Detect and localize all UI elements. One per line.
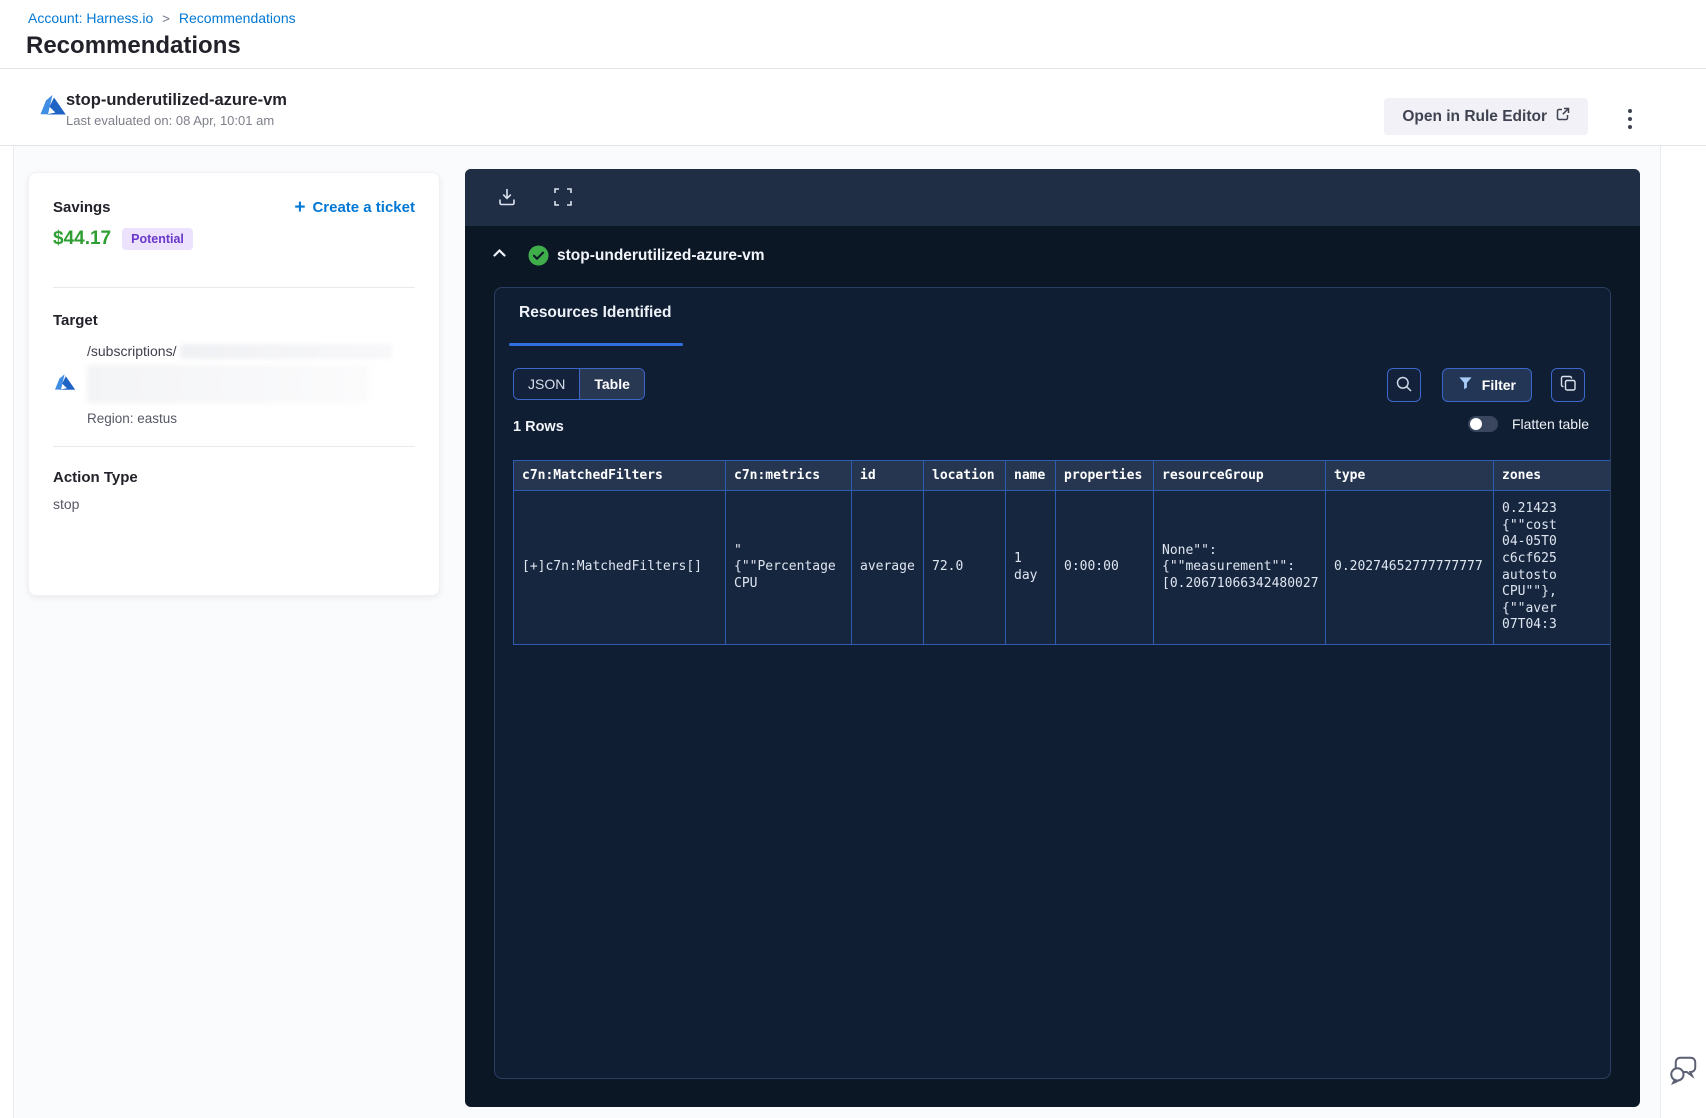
open-in-rule-editor-label: Open in Rule Editor (1402, 107, 1547, 125)
view-toggle-table[interactable]: Table (580, 369, 644, 399)
col-header: type (1325, 460, 1494, 491)
col-header: c7n:MatchedFilters (513, 460, 726, 491)
breadcrumb-recommendations-link[interactable]: Recommendations (179, 10, 296, 26)
details-card: Savings + Create a ticket $44.17 Potenti… (28, 172, 440, 596)
page-title: Recommendations (26, 32, 241, 59)
table-header-row: c7n:MatchedFilters c7n:metrics id locati… (513, 460, 1610, 491)
rows-count: 1 Rows (513, 419, 564, 435)
external-link-icon (1556, 107, 1570, 126)
table-row: [+]c7n:MatchedFilters[] " {""Percentage … (513, 490, 1610, 645)
recommendation-header: stop-underutilized-azure-vm Last evaluat… (0, 69, 1706, 146)
col-header: zones (1493, 460, 1610, 491)
savings-label: Savings (53, 199, 111, 216)
results-table-wrapper: c7n:MatchedFilters c7n:metrics id locati… (513, 460, 1610, 648)
copy-button[interactable] (1551, 368, 1585, 402)
recommendation-title: stop-underutilized-azure-vm (66, 91, 287, 109)
col-header: resourceGroup (1153, 460, 1326, 491)
action-type-label: Action Type (53, 469, 138, 486)
plus-icon: + (294, 196, 306, 218)
open-in-rule-editor-button[interactable]: Open in Rule Editor (1384, 98, 1588, 135)
copy-icon (1560, 375, 1577, 395)
col-header: id (851, 460, 924, 491)
filter-icon (1458, 376, 1473, 394)
fullscreen-icon[interactable] (551, 186, 575, 210)
results-table: c7n:MatchedFilters c7n:metrics id locati… (513, 460, 1610, 645)
rule-result-header: stop-underutilized-azure-vm (465, 245, 1640, 269)
help-chat-icon[interactable] (1666, 1051, 1702, 1087)
redacted-resource-path (87, 365, 369, 403)
action-type-value: stop (53, 496, 80, 512)
target-path-text: /subscriptions/ (87, 343, 177, 359)
search-button[interactable] (1387, 368, 1421, 402)
col-header: name (1005, 460, 1056, 491)
download-icon[interactable] (495, 186, 519, 210)
filter-label: Filter (1481, 377, 1516, 393)
tab-resources-identified[interactable]: Resources Identified (519, 304, 671, 322)
rule-name: stop-underutilized-azure-vm (557, 247, 765, 264)
panel-toolbar (465, 169, 1640, 226)
flatten-toggle[interactable] (1467, 416, 1498, 432)
breadcrumb: Account: Harness.io > Recommendations (28, 10, 296, 26)
cell-id: average (851, 490, 924, 645)
filter-button[interactable]: Filter (1441, 368, 1532, 402)
cell-resource-group: None"": {""measurement"": [0.20671066342… (1153, 490, 1326, 645)
view-toggle: JSON Table (513, 368, 645, 400)
col-header: location (923, 460, 1006, 491)
page: Account: Harness.io > Recommendations Reco… (0, 0, 1706, 1118)
results-panel: stop-underutilized-azure-vm Resources Id… (465, 169, 1640, 1107)
matched-filters-expand-link[interactable]: [+]c7n:MatchedFilters[] (513, 490, 726, 645)
cell-metrics: " {""Percentage CPU (725, 490, 852, 645)
target-region: Region: eastus (87, 411, 178, 426)
last-evaluated-text: Last evaluated on: 08 Apr, 10:01 am (66, 113, 275, 128)
more-options-menu[interactable] (1624, 105, 1636, 133)
search-icon (1395, 375, 1413, 396)
chevron-up-icon[interactable] (492, 247, 507, 262)
flatten-table-label: Flatten table (1511, 416, 1589, 432)
create-ticket-button[interactable]: + Create a ticket (294, 196, 415, 218)
target-resource: /subscriptions/ Region: eastus (53, 343, 415, 426)
cell-zones: 0.21423 {""cost 04-05T0 c6cf625 autosto … (1493, 490, 1610, 645)
col-header: c7n:metrics (725, 460, 852, 491)
target-label: Target (53, 312, 98, 329)
cell-name: 1 day (1005, 490, 1056, 645)
tab-active-underline (509, 343, 683, 346)
cell-properties: 0:00:00 (1055, 490, 1154, 645)
flatten-table-control: Flatten table (1467, 416, 1589, 432)
success-check-icon (528, 245, 549, 271)
col-header: properties (1055, 460, 1154, 491)
breadcrumb-separator: > (162, 11, 170, 26)
cell-location: 72.0 (923, 490, 1006, 645)
cell-type: 0.20274652777777777 (1325, 490, 1494, 645)
resources-container: Resources Identified JSON Table Filter 1… (494, 287, 1611, 1079)
azure-icon-small (53, 374, 77, 399)
card-divider-2 (53, 446, 415, 447)
potential-badge: Potential (122, 228, 193, 250)
azure-icon (38, 91, 68, 126)
breadcrumb-account-link[interactable]: Account: Harness.io (28, 10, 153, 26)
create-ticket-label: Create a ticket (312, 199, 415, 216)
view-toggle-json[interactable]: JSON (514, 369, 581, 399)
savings-amount: $44.17 (53, 228, 112, 249)
redacted-subscription-id (180, 343, 393, 359)
card-divider (53, 287, 415, 288)
